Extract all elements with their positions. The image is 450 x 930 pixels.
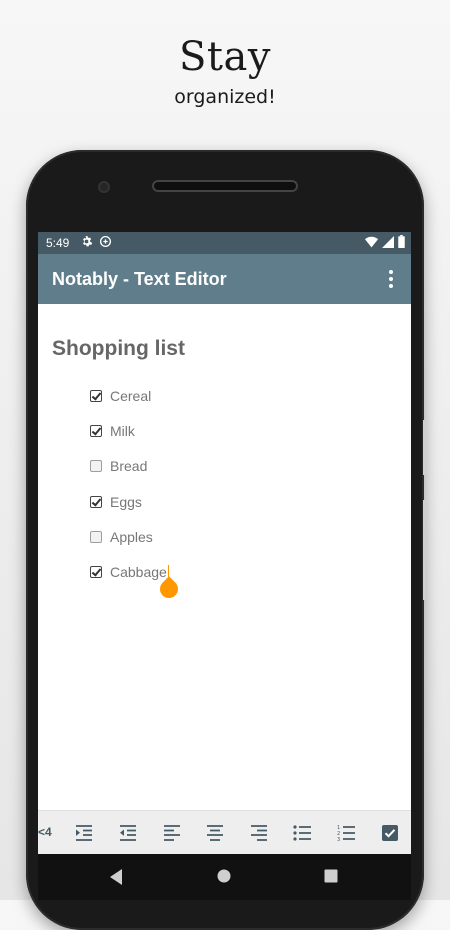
status-time: 5:49: [46, 236, 70, 250]
checkbox[interactable]: [90, 495, 102, 508]
toolbar-partial-label: <4: [38, 825, 52, 839]
promo-title: Stay: [179, 34, 271, 80]
power-button: [423, 500, 426, 600]
align-center-icon[interactable]: [205, 823, 225, 843]
align-right-icon[interactable]: [249, 823, 269, 843]
item-label: Milk: [110, 422, 135, 439]
item-label: Cereal: [110, 387, 152, 404]
home-icon[interactable]: [216, 868, 234, 886]
checklist-item-cabbage: Cabbage: [90, 554, 169, 589]
item-label: Bread: [110, 458, 148, 475]
checklist-item-cereal: Cereal: [90, 378, 169, 413]
indent-icon[interactable]: [74, 823, 94, 843]
checklist: Cereal Milk Bread Eggs Apples Cabbage: [90, 378, 169, 590]
bullet-list-icon[interactable]: [292, 823, 312, 843]
item-label: Apples: [110, 528, 153, 545]
earpiece-speaker: [152, 180, 298, 192]
checkbox[interactable]: [90, 424, 102, 437]
numbered-list-icon[interactable]: 123: [336, 823, 356, 843]
checklist-item-milk: Milk: [90, 413, 169, 448]
align-left-icon[interactable]: [162, 823, 182, 843]
system-nav-bar: [38, 854, 411, 900]
svg-text:3: 3: [337, 837, 340, 841]
wifi-icon: [365, 236, 378, 251]
item-label: Cabbage: [110, 564, 167, 581]
promo-subtitle: organized!: [174, 86, 276, 108]
status-bar: 5:49: [38, 232, 411, 254]
volume-button: [423, 420, 426, 475]
checklist-item-eggs: Eggs: [90, 484, 169, 519]
signal-icon: [382, 235, 394, 251]
checklist-item-apples: Apples: [90, 519, 169, 554]
checklist-item-bread: Bread: [90, 449, 169, 484]
item-label: Eggs: [110, 493, 142, 510]
checkbox-icon[interactable]: [380, 823, 400, 843]
app-title: Notably - Text Editor: [52, 269, 227, 289]
back-icon[interactable]: [108, 868, 126, 886]
phone-screen: 5:49 Notably - Text Editor Shopping list…: [38, 232, 411, 900]
settings-icon: [80, 235, 93, 251]
sync-icon: [99, 235, 112, 251]
more-vert-icon[interactable]: [379, 266, 403, 292]
front-camera: [98, 181, 110, 193]
checkbox[interactable]: [90, 460, 102, 473]
format-toolbar: <4 123: [38, 810, 411, 855]
battery-icon: [398, 235, 405, 251]
document-title: Shopping list: [52, 337, 185, 360]
app-bar: Notably - Text Editor: [38, 254, 411, 304]
recents-icon[interactable]: [323, 868, 341, 886]
editor-content[interactable]: Shopping list Cereal Milk Bread Eggs App…: [38, 304, 411, 810]
checkbox[interactable]: [90, 566, 102, 579]
checkbox[interactable]: [90, 530, 102, 543]
checkbox[interactable]: [90, 389, 102, 402]
outdent-icon[interactable]: [118, 823, 138, 843]
